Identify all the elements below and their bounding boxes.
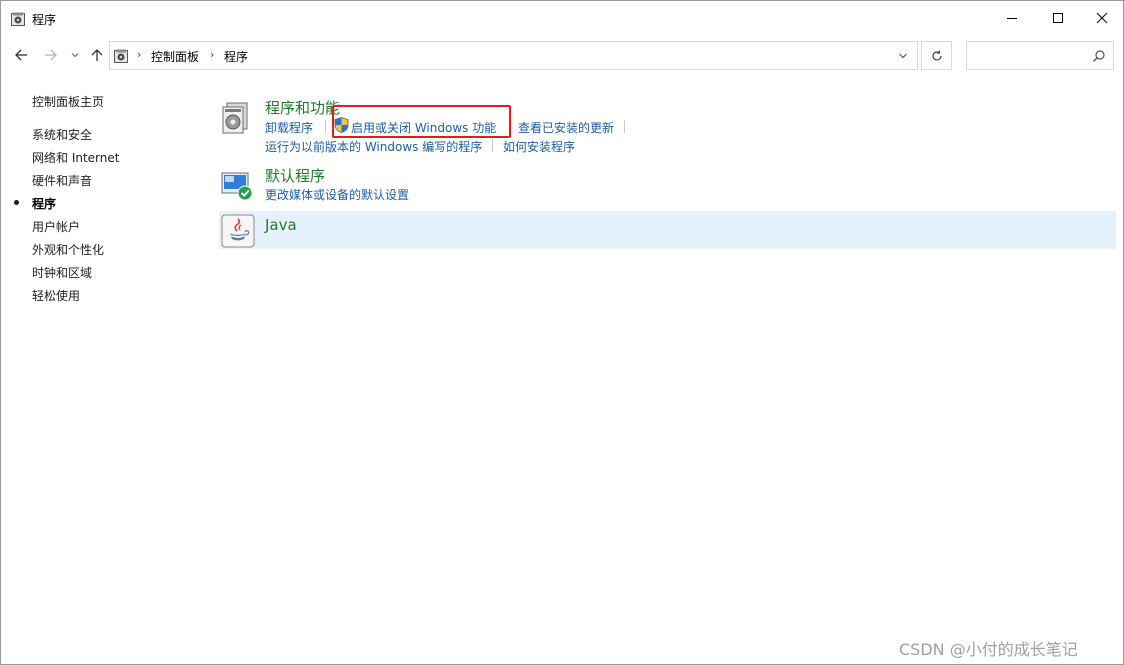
search-input[interactable] <box>966 41 1114 70</box>
category-java[interactable]: Java <box>219 211 1116 249</box>
control-panel-icon <box>11 12 25 26</box>
nav-user-accounts[interactable]: 用户帐户 <box>32 218 80 235</box>
maximize-button[interactable] <box>1035 1 1081 35</box>
nav-appearance-personalization[interactable]: 外观和个性化 <box>32 241 104 258</box>
nav-programs[interactable]: 程序 <box>32 195 56 212</box>
back-button[interactable] <box>11 45 31 65</box>
nav-system-security[interactable]: 系统和安全 <box>32 126 92 143</box>
category-default-programs: 默认程序 更改媒体或设备的默认设置 <box>219 165 1116 205</box>
title-bar: 程序 <box>1 1 1123 35</box>
link-run-older-programs[interactable]: 运行为以前版本的 Windows 编写的程序 <box>265 138 482 155</box>
arrow-left-icon <box>15 49 27 61</box>
annotation-highlight-box <box>332 105 511 138</box>
watermark-text: CSDN @小付的成长笔记 <box>899 640 1078 659</box>
java-icon <box>221 214 255 248</box>
breadcrumb-programs[interactable]: 程序 <box>224 48 248 65</box>
search-icon <box>1093 50 1105 62</box>
nav-clock-region[interactable]: 时钟和区域 <box>32 264 92 281</box>
arrow-right-icon <box>45 49 57 61</box>
link-how-to-install[interactable]: 如何安装程序 <box>503 138 575 155</box>
category-title-default-programs[interactable]: 默认程序 <box>265 165 325 186</box>
up-button[interactable] <box>87 45 107 65</box>
nav-network-internet[interactable]: 网络和 Internet <box>32 149 119 166</box>
address-dropdown-button[interactable] <box>894 48 912 64</box>
category-title-programs-features[interactable]: 程序和功能 <box>265 97 340 118</box>
default-programs-icon <box>221 172 253 201</box>
close-button[interactable] <box>1079 1 1124 35</box>
address-bar[interactable]: › 控制面板 › 程序 <box>109 41 918 70</box>
refresh-button[interactable] <box>921 41 952 70</box>
close-icon <box>1096 12 1108 24</box>
link-uninstall-program[interactable]: 卸载程序 <box>265 119 313 136</box>
breadcrumb-control-panel[interactable]: 控制面板 <box>151 48 199 65</box>
programs-features-icon <box>222 102 248 134</box>
forward-button[interactable] <box>41 45 61 65</box>
breadcrumb-separator-icon[interactable]: › <box>137 48 141 61</box>
breadcrumb-separator-icon[interactable]: › <box>210 48 214 61</box>
nav-ease-of-access[interactable]: 轻松使用 <box>32 287 80 304</box>
link-change-media-defaults[interactable]: 更改媒体或设备的默认设置 <box>265 186 409 203</box>
chevron-down-icon <box>899 53 907 59</box>
maximize-icon <box>1053 13 1063 23</box>
nav-hardware-sound[interactable]: 硬件和声音 <box>32 172 92 189</box>
link-separator <box>492 139 493 152</box>
category-title-java[interactable]: Java <box>265 216 297 234</box>
control-panel-window: 程序 › 控制面板 › 程序 控制面板主页 系统和安全 网络和 Internet… <box>0 0 1124 665</box>
active-bullet-icon <box>14 200 19 205</box>
nav-control-panel-home[interactable]: 控制面板主页 <box>32 93 104 110</box>
link-separator <box>624 120 625 133</box>
refresh-icon <box>931 50 942 61</box>
control-panel-icon <box>114 49 128 63</box>
link-view-installed-updates[interactable]: 查看已安装的更新 <box>518 119 614 136</box>
link-separator <box>325 120 326 133</box>
window-title: 程序 <box>32 13 57 27</box>
recent-locations-button[interactable] <box>65 45 85 65</box>
arrow-up-icon <box>91 49 103 61</box>
minimize-button[interactable] <box>989 1 1035 35</box>
minimize-icon <box>1007 18 1017 19</box>
chevron-down-icon <box>71 53 79 58</box>
